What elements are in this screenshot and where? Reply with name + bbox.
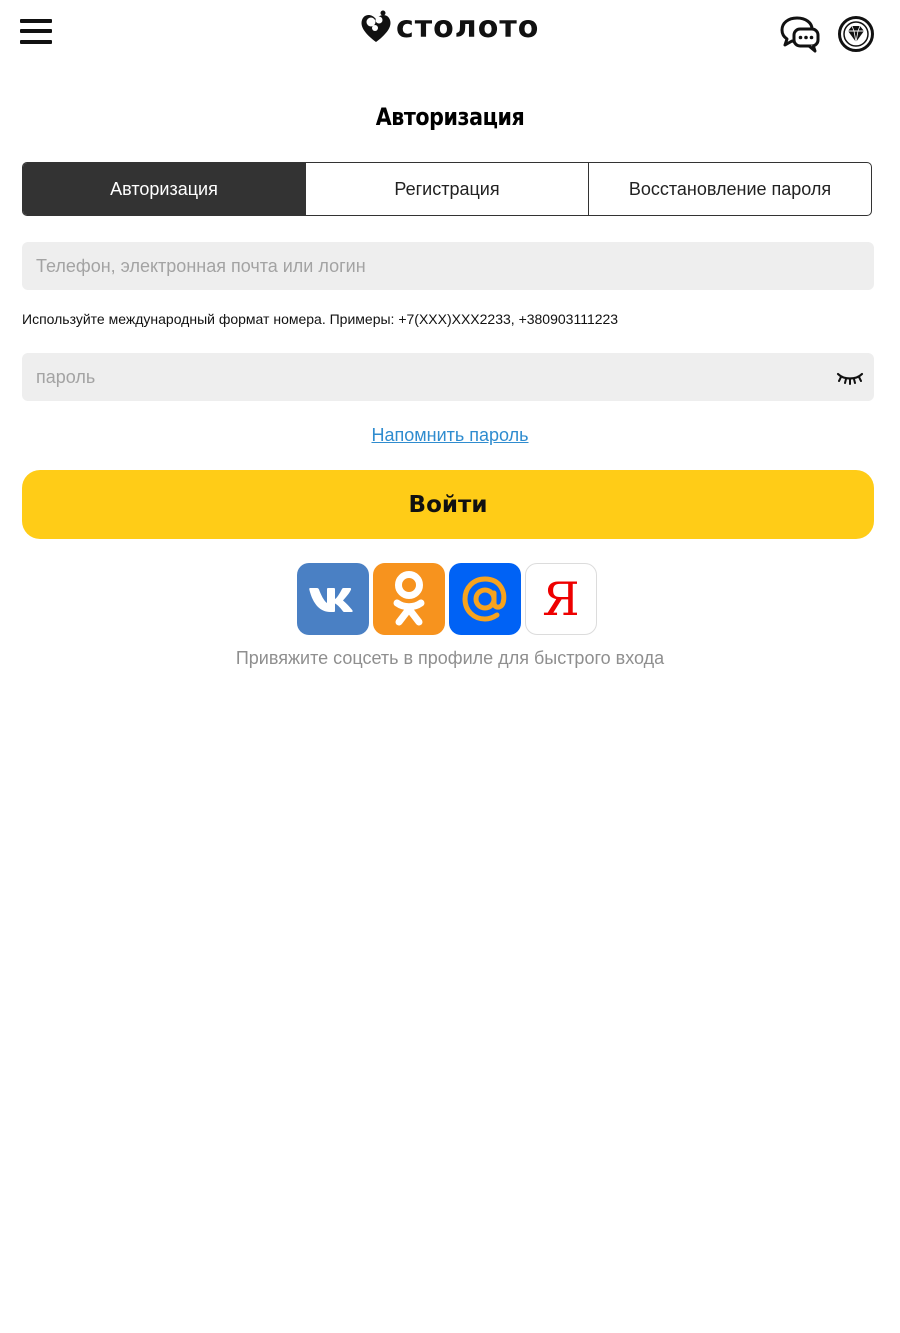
yandex-icon: Я xyxy=(542,572,580,626)
mail-login-button[interactable] xyxy=(449,563,521,635)
login-field-wrapper xyxy=(22,242,874,290)
heart-clover-logo-icon xyxy=(361,10,391,42)
remind-password-link[interactable]: Напомнить пароль xyxy=(0,425,900,446)
yandex-login-button[interactable]: Я xyxy=(525,563,597,635)
auth-tabs: Авторизация Регистрация Восстановление п… xyxy=(22,162,872,216)
logo[interactable]: столото xyxy=(358,6,539,48)
app-header: столото xyxy=(0,0,900,70)
chat-bubbles-icon[interactable] xyxy=(779,14,823,54)
mail-at-icon xyxy=(462,576,507,622)
phone-format-hint: Используйте международный формат номера.… xyxy=(22,311,619,327)
tab-password-recovery[interactable]: Восстановление пароля xyxy=(589,163,871,215)
password-input[interactable] xyxy=(22,353,874,401)
social-login-list: Я xyxy=(297,563,597,635)
vk-login-button[interactable] xyxy=(297,563,369,635)
vk-icon xyxy=(309,588,353,612)
social-link-note: Привяжите соцсеть в профиле для быстрого… xyxy=(235,648,665,668)
odnoklassniki-login-button[interactable] xyxy=(373,563,445,635)
logo-text: столото xyxy=(396,9,540,45)
hamburger-menu-icon[interactable] xyxy=(20,19,52,45)
odnoklassniki-icon xyxy=(393,571,425,626)
login-button[interactable]: Войти xyxy=(22,470,874,539)
eye-closed-icon[interactable] xyxy=(834,365,866,389)
tab-login[interactable]: Авторизация xyxy=(23,163,306,215)
password-field-wrapper xyxy=(22,353,874,401)
login-input[interactable] xyxy=(22,242,874,290)
page-title: Авторизация xyxy=(375,103,525,131)
diamond-icon[interactable] xyxy=(837,15,875,53)
tab-registration[interactable]: Регистрация xyxy=(306,163,589,215)
